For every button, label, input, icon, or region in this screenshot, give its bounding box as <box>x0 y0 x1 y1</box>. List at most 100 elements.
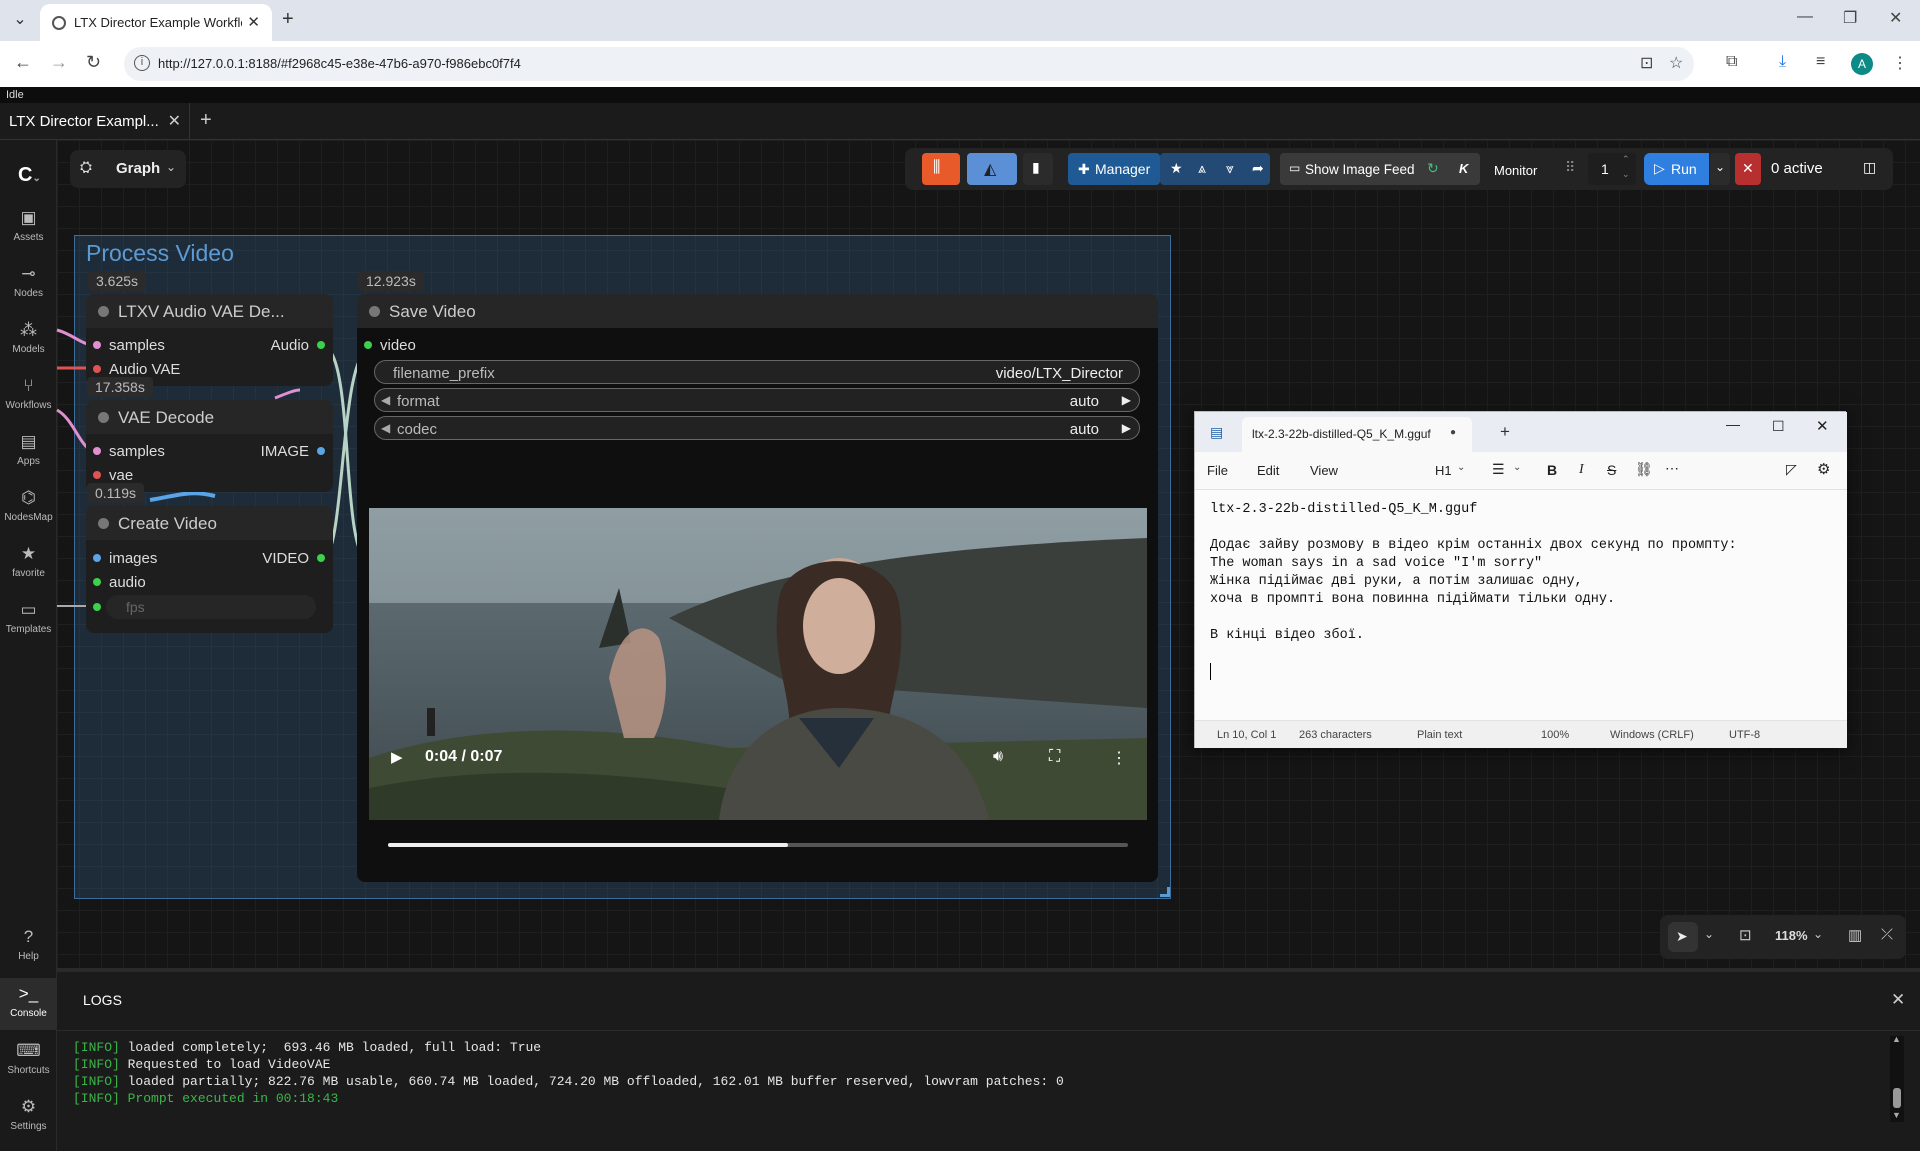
volume-icon[interactable]: 🔊︎ <box>993 748 1003 766</box>
notepad-menubar: File Edit View H1 ⌄ ☰ ⌄ B I S ⛓ ⋯ ◸ ⚙ <box>1195 452 1847 490</box>
node-title: Create Video <box>118 514 217 533</box>
chevron-down-icon: ⌄ <box>1457 462 1466 473</box>
console-panel: LOGS ✕ [INFO] loaded completely; 693.46 … <box>57 968 1920 1151</box>
group-resize-handle[interactable] <box>1160 887 1170 897</box>
arrow-left-icon[interactable]: ◀ <box>381 393 390 407</box>
video-preview[interactable]: ▶ 0:04 / 0:07 🔊︎ ⛶ ⋮ <box>369 508 1147 820</box>
play-icon[interactable]: ▶ <box>391 748 403 766</box>
output-slot-dot[interactable] <box>317 341 325 349</box>
menu-view[interactable]: View <box>1310 463 1338 478</box>
copilot-icon[interactable]: ◸ <box>1786 461 1797 478</box>
filename-prefix-widget[interactable]: filename_prefix video/LTX_Director <box>374 360 1140 384</box>
video-frame <box>369 508 1147 820</box>
node-title: LTXV Audio VAE De... <box>118 302 285 321</box>
editor-line: ltx-2.3-22b-distilled-Q5_K_M.gguf <box>1210 502 1478 517</box>
editor-line: Додає зайву розмову в відео крім останні… <box>1210 538 1737 553</box>
more-icon[interactable]: ⋯ <box>1665 460 1679 477</box>
log-line: [INFO] Requested to load VideoVAE <box>73 1056 1064 1073</box>
input-slot-dot[interactable] <box>93 554 101 562</box>
notepad-minimize-icon[interactable]: — <box>1726 416 1740 432</box>
encoding: UTF-8 <box>1729 729 1761 741</box>
input-slot-label: vae <box>109 467 134 484</box>
audio-vae-decode-node[interactable]: LTXV Audio VAE De... samples Audio VAE A… <box>86 294 333 386</box>
node-collapse-dot[interactable] <box>98 306 109 317</box>
vae-decode-node[interactable]: VAE Decode samples vae IMAGE <box>86 400 333 492</box>
menu-file[interactable]: File <box>1207 463 1228 478</box>
notepad-app-icon: ▤ <box>1210 424 1224 440</box>
widget-value: auto <box>1069 421 1099 438</box>
node-collapse-dot[interactable] <box>369 306 380 317</box>
format-widget[interactable]: ◀ format auto ▶ <box>374 388 1140 412</box>
node-collapse-dot[interactable] <box>98 412 109 423</box>
zoom-readout[interactable]: 118% <box>1775 928 1808 943</box>
node-exec-time: 3.625s <box>88 271 147 291</box>
scrollbar-thumb[interactable] <box>1893 1088 1901 1108</box>
more-options-icon[interactable]: ⋮ <box>1111 748 1127 768</box>
italic-icon[interactable]: I <box>1579 462 1584 478</box>
file-type: Plain text <box>1417 729 1463 741</box>
notepad-tab[interactable]: ltx-2.3-22b-distilled-Q5_K_M.gguf ● <box>1242 417 1472 453</box>
notepad-close-icon[interactable]: ✕ <box>1816 417 1829 435</box>
video-progress-fill <box>388 843 788 847</box>
log-tag: [INFO] <box>73 1057 120 1072</box>
chevron-down-icon[interactable]: ⌄ <box>1704 927 1714 941</box>
log-output[interactable]: [INFO] loaded completely; 693.46 MB load… <box>73 1039 1064 1107</box>
arrow-right-icon[interactable]: ▶ <box>1122 421 1131 435</box>
node-exec-time: 17.358s <box>87 377 153 397</box>
bold-icon[interactable]: B <box>1547 462 1557 478</box>
input-slot-dot[interactable] <box>93 578 101 586</box>
scroll-up-icon[interactable]: ▲ <box>1892 1034 1901 1044</box>
log-line: [INFO] Prompt executed in 00:18:43 <box>73 1090 1064 1107</box>
widget-value: video/LTX_Director <box>995 365 1123 382</box>
output-slot-label: VIDEO <box>262 550 309 567</box>
list-icon[interactable]: ☰ <box>1492 461 1505 478</box>
log-tag: [INFO] <box>73 1091 120 1106</box>
widget-label: format <box>397 393 440 410</box>
output-slot-dot[interactable] <box>317 554 325 562</box>
input-slot-dot[interactable] <box>93 471 101 479</box>
video-progress-track[interactable] <box>388 843 1128 847</box>
chevron-down-icon[interactable]: ⌄ <box>1813 927 1823 941</box>
input-slot-dot[interactable] <box>93 341 101 349</box>
fullscreen-icon[interactable]: ⛶ <box>1049 748 1060 766</box>
arrow-right-icon[interactable]: ▶ <box>1122 393 1131 407</box>
settings-gear-icon[interactable]: ⚙ <box>1817 460 1830 478</box>
output-slot-label: IMAGE <box>260 443 309 460</box>
fps-widget[interactable]: fps <box>106 595 316 619</box>
cursor-position: Ln 10, Col 1 <box>1217 729 1277 741</box>
close-console-icon[interactable]: ✕ <box>1891 990 1905 1010</box>
minimap-icon[interactable]: ▥ <box>1848 926 1862 944</box>
log-text: loaded partially; 822.76 MB usable, 660.… <box>127 1074 1064 1089</box>
scroll-down-icon[interactable]: ▼ <box>1892 1110 1901 1120</box>
notepad-maximize-icon[interactable]: ☐ <box>1772 418 1785 435</box>
node-collapse-dot[interactable] <box>98 518 109 529</box>
input-slot-dot[interactable] <box>93 447 101 455</box>
link-icon[interactable]: ⛓ <box>1635 461 1653 478</box>
input-slot-dot[interactable] <box>93 603 101 611</box>
canvas-controls: ➤ ⌄ ⊡ 118% ⌄ ▥ ⤫ <box>1660 915 1906 959</box>
codec-widget[interactable]: ◀ codec auto ▶ <box>374 416 1140 440</box>
node-exec-time: 0.119s <box>87 483 144 503</box>
unsaved-dot-icon[interactable]: ● <box>1450 427 1456 438</box>
notepad-editor[interactable]: ltx-2.3-22b-distilled-Q5_K_M.gguf Додає … <box>1195 490 1847 720</box>
output-slot-dot[interactable] <box>317 447 325 455</box>
node-title: Save Video <box>389 302 476 321</box>
create-video-node[interactable]: Create Video images audio fps VIDEO <box>86 506 333 633</box>
heading-dropdown[interactable]: H1 <box>1435 463 1452 478</box>
arrow-left-icon[interactable]: ◀ <box>381 421 390 435</box>
strikethrough-icon[interactable]: S <box>1607 462 1616 478</box>
hide-links-icon[interactable]: ⤫ <box>1881 926 1893 943</box>
notepad-new-tab-icon[interactable]: + <box>1500 422 1510 442</box>
input-slot-label: samples <box>109 443 165 460</box>
input-slot-label: Audio VAE <box>109 361 181 378</box>
fps-label: fps <box>126 599 145 615</box>
select-tool-button[interactable]: ➤ <box>1668 922 1698 952</box>
text-caret <box>1210 663 1211 680</box>
fit-view-icon[interactable]: ⊡ <box>1739 926 1752 944</box>
console-scrollbar[interactable]: ▲ ▼ <box>1890 1034 1904 1122</box>
input-slot-dot[interactable] <box>93 365 101 373</box>
input-slot-dot[interactable] <box>364 341 372 349</box>
menu-edit[interactable]: Edit <box>1257 463 1279 478</box>
